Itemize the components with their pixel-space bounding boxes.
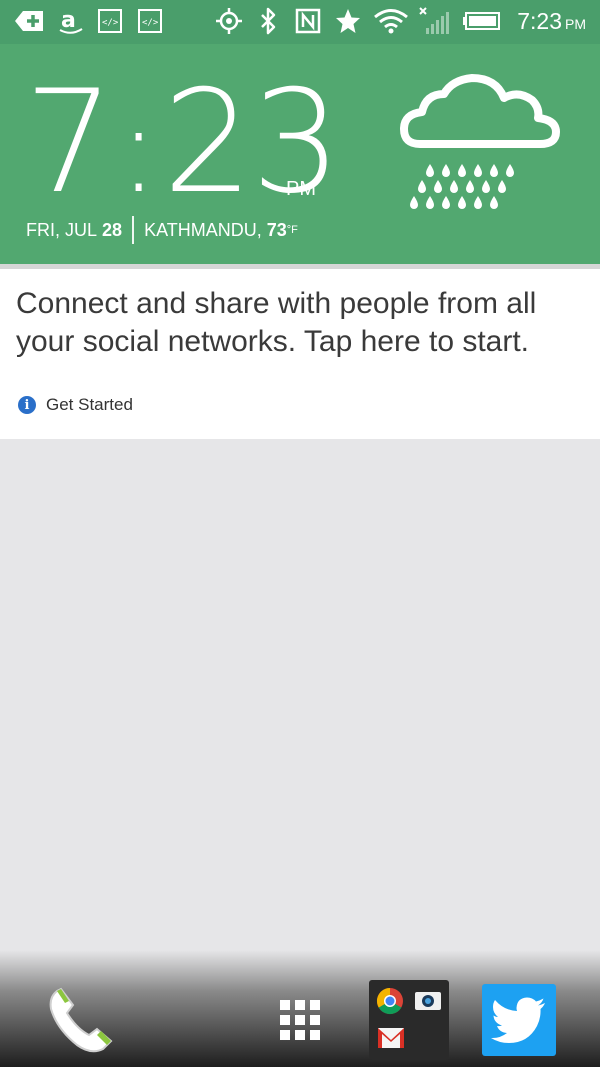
clock-colon: :	[118, 81, 158, 220]
bluetooth-icon	[256, 6, 280, 36]
all-apps-button[interactable]	[276, 996, 324, 1044]
clock-weather-widget[interactable]: 7:23 PM FRI, JUL 28 KATHMANDU, 73 °F	[0, 44, 600, 264]
rain-drop	[474, 196, 482, 209]
rain-drop	[450, 180, 458, 193]
status-ampm: PM	[565, 16, 586, 32]
rain-drop	[490, 196, 498, 209]
rain-cloud-icon[interactable]	[400, 74, 560, 214]
get-started-label: Get Started	[46, 395, 133, 414]
rain-drop	[458, 164, 466, 177]
clock-ampm: PM	[286, 178, 316, 200]
rain-drop	[466, 180, 474, 193]
battery-icon	[462, 6, 502, 36]
plus-icon	[14, 6, 46, 36]
status-bar: a </> </> 7:23 PM	[0, 0, 600, 44]
rain-drop	[474, 164, 482, 177]
rain-drop	[442, 164, 450, 177]
camera-icon	[415, 992, 441, 1010]
location-icon	[214, 6, 244, 36]
status-time: 7:23	[517, 8, 562, 34]
code-icon: </>	[136, 6, 164, 36]
svg-text:</>: </>	[142, 18, 159, 28]
star-icon	[334, 6, 362, 36]
wifi-icon	[372, 6, 410, 36]
phone-icon[interactable]	[42, 982, 118, 1058]
widget-info-line: FRI, JUL 28 KATHMANDU, 73 °F	[26, 216, 298, 244]
chrome-icon	[376, 987, 403, 1015]
status-clock: 7:23 PM	[517, 8, 586, 35]
rain-drop	[482, 180, 490, 193]
rain-drop	[442, 196, 450, 209]
rain-drop	[458, 196, 466, 209]
signal-icon	[418, 6, 452, 36]
temperature-unit: °F	[286, 224, 298, 236]
amazon-icon: a	[56, 6, 86, 36]
info-icon: i	[18, 396, 36, 414]
app-dock	[0, 950, 600, 1067]
social-connect-card[interactable]: Connect and share with people from all y…	[0, 269, 600, 439]
clock-hour: 7	[24, 60, 114, 225]
svg-text:</>: </>	[102, 18, 119, 28]
temperature: 73	[266, 219, 287, 240]
social-message[interactable]: Connect and share with people from all y…	[16, 285, 586, 361]
rain-drop	[498, 180, 506, 193]
rain-drop	[426, 196, 434, 209]
get-started-link[interactable]: i Get Started	[18, 395, 133, 415]
apps-grid-icon	[280, 1000, 320, 1040]
date-prefix: FRI, JUL	[26, 219, 98, 240]
date-day: 28	[102, 219, 123, 240]
info-separator	[132, 216, 135, 244]
location-name: KATHMANDU,	[144, 219, 262, 240]
twitter-icon[interactable]	[482, 984, 556, 1056]
rain-drop	[418, 180, 426, 193]
google-folder[interactable]	[369, 980, 449, 1060]
code-icon: </>	[96, 6, 124, 36]
gmail-icon	[378, 1028, 404, 1048]
rain-drop	[410, 196, 418, 209]
rain-drop	[490, 164, 498, 177]
svg-text:a: a	[61, 8, 76, 33]
rain-drop	[506, 164, 514, 177]
rain-drop	[434, 180, 442, 193]
rain-drop	[426, 164, 434, 177]
nfc-icon	[294, 6, 322, 36]
